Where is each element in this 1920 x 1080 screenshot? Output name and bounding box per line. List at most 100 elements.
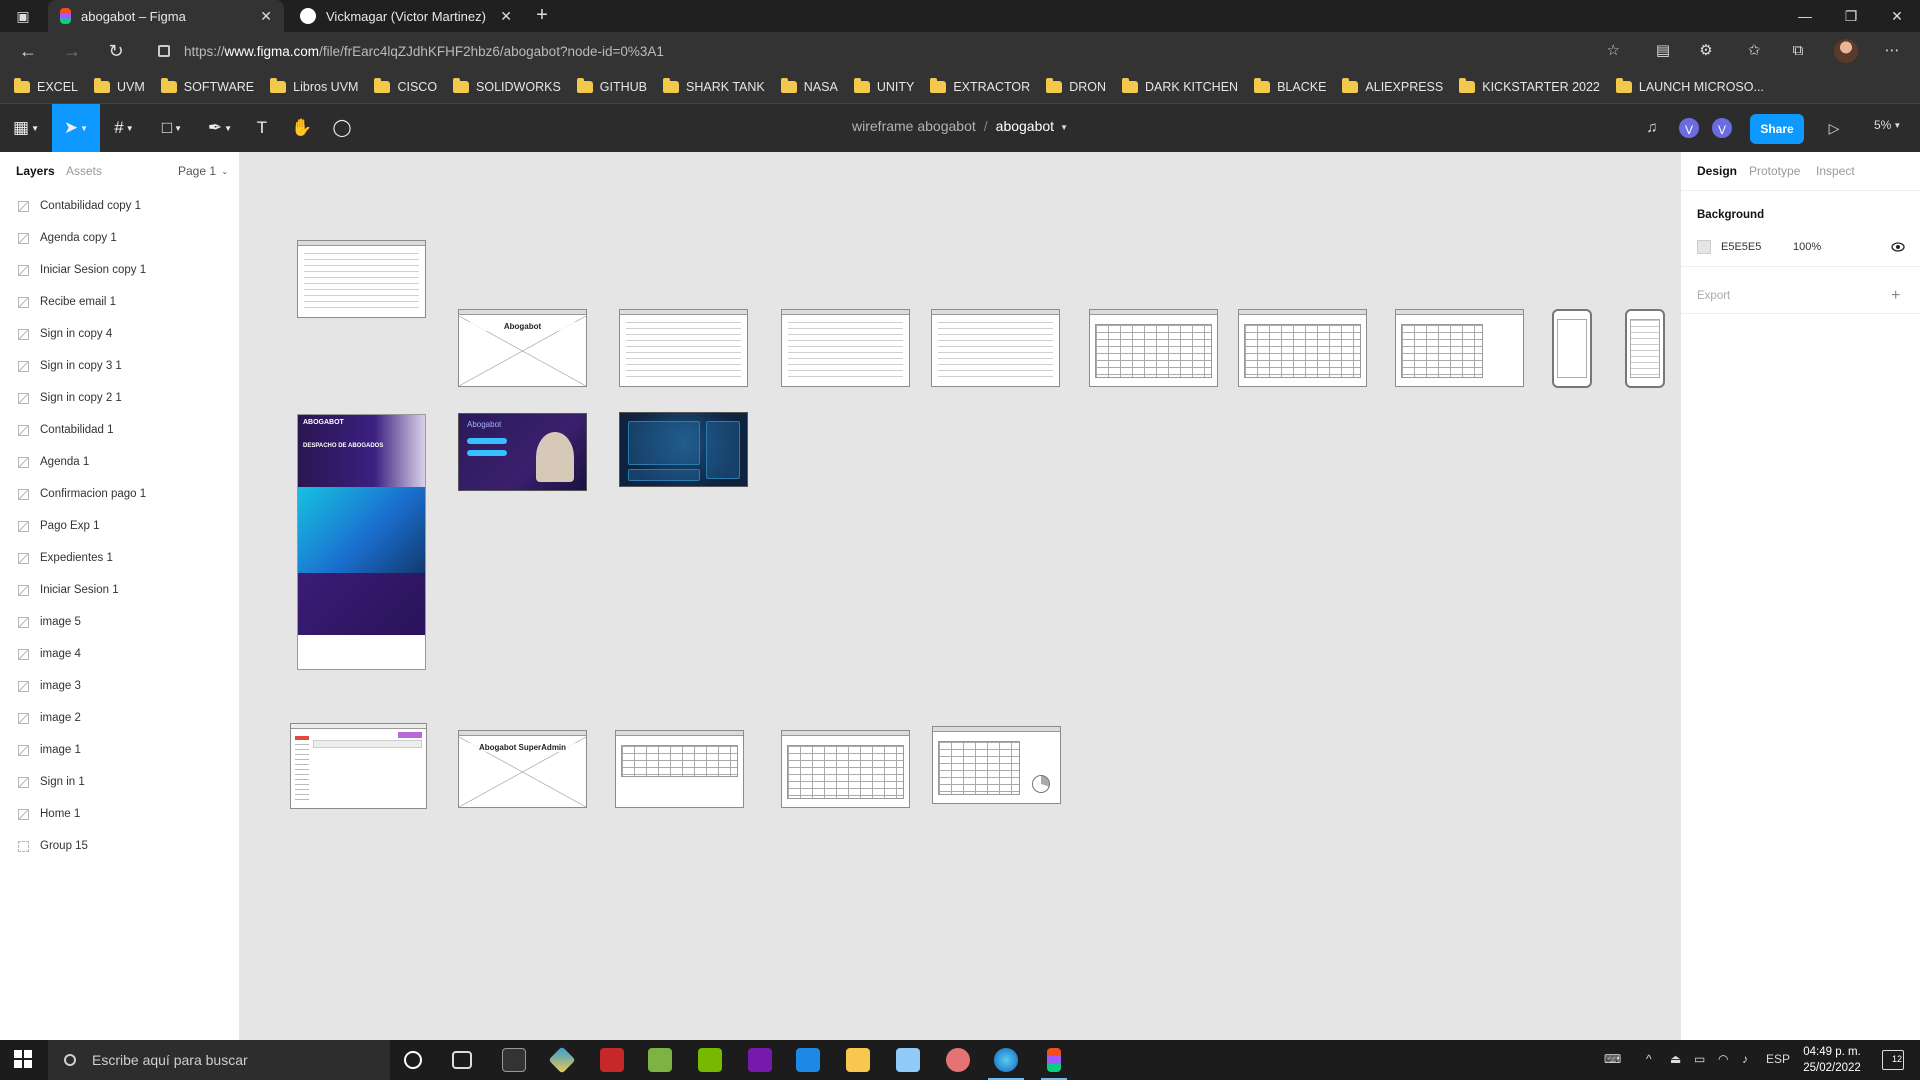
frame-tool-icon[interactable]: # ▼ (104, 104, 144, 152)
chevron-down-icon[interactable]: ▼ (1060, 123, 1068, 132)
text-tool-icon[interactable]: T (242, 104, 282, 152)
tab-github[interactable]: Vickmagar (Victor Martinez) ✕ (288, 0, 524, 32)
battery-icon[interactable]: ▭ (1694, 1052, 1705, 1066)
background-opacity-input[interactable]: 100% (1793, 241, 1821, 253)
export-label[interactable]: Export (1697, 290, 1730, 302)
wireframe-frame[interactable] (297, 240, 426, 318)
audio-headphones-icon[interactable]: ♫ (1640, 117, 1664, 139)
app-icon[interactable] (946, 1048, 970, 1072)
close-window-button[interactable]: ✕ (1874, 0, 1920, 32)
bookmark-folder[interactable]: UVM (94, 77, 145, 94)
tab-figma[interactable]: abogabot – Figma ✕ (48, 0, 284, 32)
eye-icon[interactable] (1891, 240, 1905, 254)
reload-button[interactable]: ↻ (104, 40, 128, 62)
project-name[interactable]: wireframe abogabot (852, 118, 976, 134)
bookmark-folder[interactable]: LAUNCH MICROSO... (1615, 77, 1764, 94)
windows-start-icon[interactable] (14, 1050, 32, 1068)
show-hidden-icons-icon[interactable]: ^ (1646, 1052, 1652, 1066)
page-selector[interactable]: Page 1 ⌄ (178, 164, 228, 178)
bookmark-folder[interactable]: SHARK TANK (663, 77, 765, 94)
layer-item[interactable]: Recibe email 1 (0, 286, 239, 318)
layer-item[interactable]: Group 15 (0, 830, 239, 862)
layer-item[interactable]: image 5 (0, 606, 239, 638)
figma-app-icon[interactable] (1041, 1048, 1067, 1080)
tab-layers[interactable]: Layers (16, 164, 55, 178)
layer-item[interactable]: Contabilidad copy 1 (0, 190, 239, 222)
layer-item[interactable]: Contabilidad 1 (0, 414, 239, 446)
collections-icon[interactable]: ⧉ (1786, 40, 1810, 62)
hand-tool-icon[interactable]: ✋ (282, 104, 322, 152)
add-export-icon[interactable]: + (1891, 288, 1900, 304)
wireframe-frame[interactable] (1238, 309, 1367, 387)
wireframe-frame[interactable] (1089, 309, 1218, 387)
bookmark-folder[interactable]: SOLIDWORKS (453, 77, 561, 94)
close-tab-icon[interactable]: ✕ (260, 8, 272, 25)
usb-icon[interactable]: ⏏ (1670, 1052, 1681, 1066)
wireframe-frame[interactable] (781, 309, 910, 387)
new-tab-button[interactable]: + (530, 4, 554, 28)
main-menu-icon[interactable]: ▦ ▼ (6, 104, 46, 152)
wireframe-frame[interactable]: Abogabot (458, 309, 587, 387)
wireframe-frame[interactable] (615, 730, 744, 808)
layer-item[interactable]: Home 1 (0, 798, 239, 830)
bookmark-folder[interactable]: UNITY (853, 77, 914, 94)
layer-item[interactable]: Expedientes 1 (0, 542, 239, 574)
dashboard-image-frame[interactable] (619, 412, 748, 487)
wireframe-frame[interactable] (932, 726, 1061, 804)
task-view-icon[interactable] (452, 1051, 472, 1069)
bookmark-folder[interactable]: CISCO (374, 77, 437, 94)
zoom-dropdown[interactable]: 5% ▼ (1874, 118, 1901, 132)
favorite-star-icon[interactable]: ☆ (1607, 41, 1620, 59)
present-play-icon[interactable]: ▷ (1824, 116, 1844, 140)
layer-item[interactable]: image 2 (0, 702, 239, 734)
more-menu-icon[interactable]: ⋯ (1880, 40, 1904, 62)
landing-page-frame[interactable]: ABOGABOT DESPACHO DE ABOGADOS (297, 414, 426, 670)
layer-item[interactable]: image 1 (0, 734, 239, 766)
wireframe-frame[interactable] (781, 730, 910, 808)
share-button[interactable]: Share (1750, 114, 1804, 144)
bookmark-folder[interactable]: KICKSTARTER 2022 (1459, 77, 1600, 94)
pen-tool-icon[interactable]: ✒ ▼ (200, 104, 240, 152)
restore-button[interactable]: ❐ (1828, 0, 1874, 32)
solidworks-app-icon[interactable] (600, 1048, 624, 1072)
onenote-app-icon[interactable] (748, 1048, 772, 1072)
cortana-icon[interactable] (404, 1051, 422, 1069)
clock[interactable]: 04:49 p. m. 25/02/2022 (1792, 1044, 1872, 1076)
avatar[interactable]: V (1710, 116, 1734, 140)
close-tab-icon[interactable]: ✕ (500, 8, 512, 25)
layer-item[interactable]: Sign in 1 (0, 766, 239, 798)
layer-item[interactable]: Confirmacion pago 1 (0, 478, 239, 510)
back-button[interactable]: ← (16, 40, 40, 62)
background-color-swatch[interactable] (1697, 240, 1711, 254)
wireframe-frame[interactable]: Abogabot SuperAdmin (458, 730, 587, 808)
minimize-button[interactable]: — (1782, 0, 1828, 32)
network-icon[interactable]: ◠ (1718, 1052, 1728, 1066)
notifications-button[interactable]: 12 (1882, 1050, 1904, 1070)
edge-browser-icon[interactable] (988, 1048, 1024, 1080)
language-indicator[interactable]: ESP (1766, 1052, 1790, 1066)
background-hex-input[interactable]: E5E5E5 (1721, 241, 1761, 253)
nvidia-app-icon[interactable] (698, 1048, 722, 1072)
bookmark-folder[interactable]: NASA (780, 77, 838, 94)
url-input[interactable]: https://www.figma.com/file/frEarc4lqZJdh… (146, 36, 1630, 66)
tab-assets[interactable]: Assets (66, 164, 102, 178)
shape-tool-icon[interactable]: □ ▼ (152, 104, 192, 152)
avatar[interactable]: V (1677, 116, 1701, 140)
bookmark-folder[interactable]: SOFTWARE (160, 77, 254, 94)
file-explorer-icon[interactable] (846, 1048, 870, 1072)
mobile-wireframe-frame[interactable] (1625, 309, 1665, 388)
taskbar-search-input[interactable]: Escribe aquí para buscar (48, 1040, 390, 1080)
app-icon[interactable] (896, 1048, 920, 1072)
tab-prototype[interactable]: Prototype (1749, 164, 1800, 178)
app-icon[interactable] (648, 1048, 672, 1072)
tab-design[interactable]: Design (1697, 164, 1737, 178)
tab-inspect[interactable]: Inspect (1816, 164, 1855, 178)
wireframe-frame[interactable] (1395, 309, 1524, 387)
layer-item[interactable]: Iniciar Sesion 1 (0, 574, 239, 606)
forward-button[interactable]: → (60, 40, 84, 62)
extensions-icon[interactable]: ⚙ (1694, 40, 1718, 62)
layer-item[interactable]: Iniciar Sesion copy 1 (0, 254, 239, 286)
wireframe-frame[interactable] (619, 309, 748, 387)
layer-item[interactable]: image 3 (0, 670, 239, 702)
tab-actions-icon[interactable]: ▣ (12, 7, 34, 25)
